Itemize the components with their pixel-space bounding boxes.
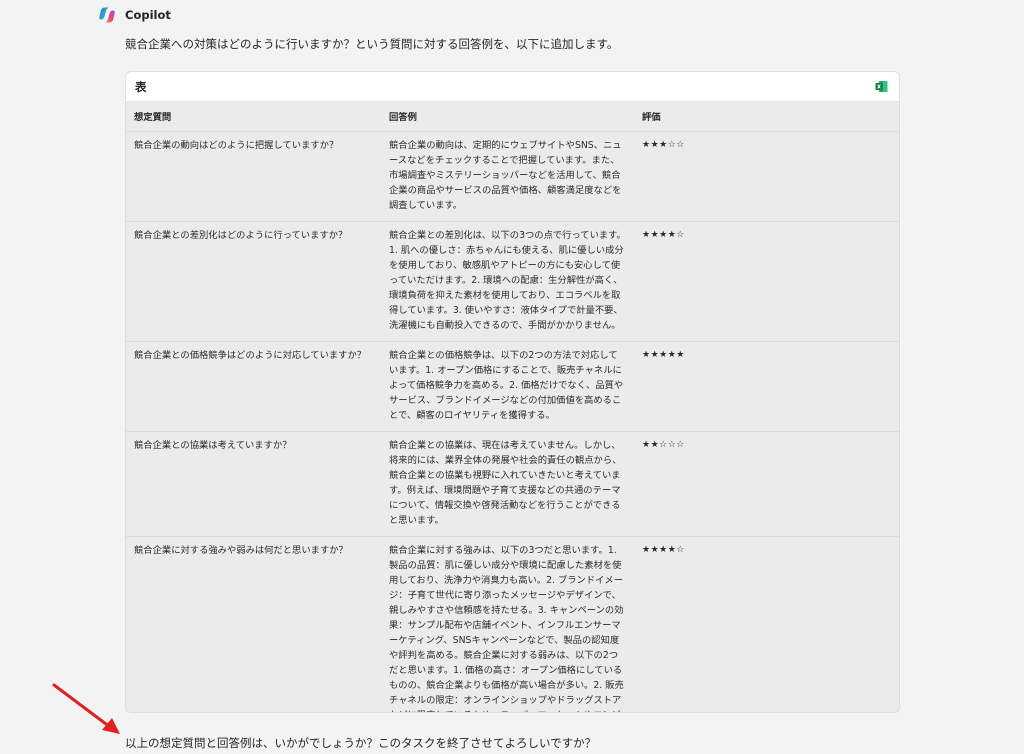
intro-message: 競合企業への対策はどのように行いますか？という質問に対する回答例を、以下に追加し… [125, 37, 619, 51]
answer-cell: 競合企業との協業は、現在は考えていません。しかし、将来的には、業界全体の発展や社… [389, 440, 622, 526]
excel-icon[interactable] [875, 80, 888, 93]
table-row: 競合企業の動向はどのように把握していますか？ 競合企業の動向は、定期的にウェブサ… [126, 131, 899, 222]
answer-cell: 競合企業に対する強みは、以下の3つだと思います。1. 製品の品質：肌に優しい成分… [389, 545, 624, 712]
table-row: 競合企業との差別化はどのように行っていますか？ 競合企業との差別化は、以下の3つ… [126, 221, 899, 342]
rating-cell: ★★★★☆ [642, 230, 685, 240]
answer-cell: 競合企業の動向は、定期的にウェブサイトやSNS、ニュースなどをチェックすることで… [389, 140, 622, 211]
table-row: 競合企業との価格競争はどのように対応していますか？ 競合企業との価格競争は、以下… [126, 341, 899, 432]
table-card: 表 想定質問 回答例 評価 競合企業の動向はどのように把握していますか？ 競合企… [125, 71, 900, 713]
question-cell: 競合企業との協業は考えていますか？ [134, 440, 292, 451]
table-header-row: 想定質問 回答例 評価 [126, 102, 899, 132]
closing-message: 以上の想定質問と回答例は、いかがでしょうか？このタスクを終了させてよろしいですか… [125, 736, 597, 750]
qa-table: 想定質問 回答例 評価 競合企業の動向はどのように把握していますか？ 競合企業の… [126, 102, 899, 712]
table-card-header: 表 [126, 72, 899, 102]
question-cell: 競合企業の動向はどのように把握していますか？ [134, 140, 339, 151]
copilot-chat-page: Copilot 競合企業への対策はどのように行いますか？という質問に対する回答例… [0, 0, 1024, 754]
assistant-name: Copilot [125, 8, 171, 22]
copilot-header: Copilot [98, 6, 171, 24]
answer-cell: 競合企業との価格競争は、以下の2つの方法で対応しています。1. オープン価格にす… [389, 350, 624, 421]
question-cell: 競合企業との差別化はどのように行っていますか？ [134, 230, 348, 241]
question-cell: 競合企業に対する強みや弱みは何だと思いますか？ [134, 545, 348, 556]
table-row: 競合企業に対する強みや弱みは何だと思いますか？ 競合企業に対する強みは、以下の3… [126, 536, 899, 712]
rating-cell: ★★★★★ [642, 350, 685, 360]
red-arrow-annotation [50, 682, 122, 736]
table-card-title: 表 [135, 80, 147, 94]
column-header-rating: 評価 [642, 112, 661, 123]
rating-cell: ★★★☆☆ [642, 140, 685, 150]
column-header-question: 想定質問 [134, 112, 172, 123]
answer-cell: 競合企業との差別化は、以下の3つの点で行っています。1. 肌への優しさ：赤ちゃん… [389, 230, 626, 331]
question-cell: 競合企業との価格競争はどのように対応していますか？ [134, 350, 367, 361]
rating-cell: ★★☆☆☆ [642, 440, 685, 450]
copilot-logo-icon [98, 6, 116, 24]
rating-cell: ★★★★☆ [642, 545, 685, 555]
column-header-answer: 回答例 [389, 112, 417, 123]
table-row: 競合企業との協業は考えていますか？ 競合企業との協業は、現在は考えていません。し… [126, 431, 899, 537]
